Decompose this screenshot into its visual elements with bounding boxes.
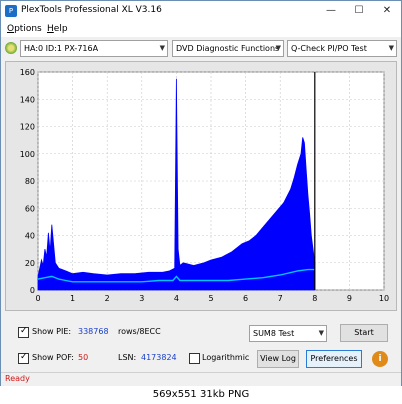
- x-tick-label: 5: [208, 294, 213, 303]
- y-tick-label: 120: [20, 123, 35, 132]
- y-tick-label: 100: [20, 150, 35, 159]
- pie-value: 338768: [78, 327, 109, 336]
- info-icon[interactable]: i: [372, 351, 388, 367]
- status-text: Ready: [5, 374, 30, 383]
- y-tick-label: 20: [25, 259, 35, 268]
- pof-value: 50: [78, 353, 89, 362]
- preferences-button[interactable]: Preferences: [306, 350, 362, 368]
- x-tick-label: 9: [347, 294, 352, 303]
- y-tick-label: 160: [20, 68, 35, 77]
- test-select[interactable]: Q-Check PI/PO Test ▼: [287, 40, 397, 57]
- y-tick-label: 40: [25, 232, 35, 241]
- close-button[interactable]: ✕: [373, 1, 401, 21]
- function-select[interactable]: DVD Diagnostic Functions ▼: [172, 40, 284, 57]
- menu-help-label: elp: [53, 24, 68, 34]
- chevron-down-icon: ▼: [275, 44, 281, 52]
- chart-panel: 0 20 40 60 80 100 120 140 160 0 1 2 3 4 5 6 7 8 9 10: [5, 61, 397, 311]
- drive-select[interactable]: HA:0 ID:1 PX-716A ▼: [20, 40, 168, 57]
- y-tick-label: 80: [25, 177, 35, 186]
- show-pie-checkbox[interactable]: [18, 326, 29, 338]
- pi-po-chart: 0 20 40 60 80 100 120 140 160 0 1 2 3 4 5 6 7 8 9 10: [20, 68, 389, 303]
- drive-select-value: HA:0 ID:1 PX-716A: [24, 44, 99, 53]
- start-button[interactable]: Start: [340, 324, 388, 342]
- chevron-down-icon: ▼: [318, 329, 324, 337]
- pie-unit: rows/8ECC: [118, 327, 161, 336]
- logarithmic-checkbox[interactable]: [189, 353, 200, 364]
- x-tick-label: 6: [243, 294, 248, 303]
- maximize-button[interactable]: ☐: [345, 1, 373, 21]
- menu-options-label: ptions: [14, 24, 42, 34]
- chevron-down-icon: ▼: [159, 44, 165, 52]
- x-tick-label: 3: [139, 294, 144, 303]
- x-tick-label: 10: [379, 294, 389, 303]
- app-window: P PlexTools Professional XL V3.16 — ☐ ✕ …: [0, 0, 402, 386]
- app-icon: P: [5, 5, 17, 17]
- x-tick-label: 7: [278, 294, 283, 303]
- chevron-down-icon: ▼: [388, 44, 394, 52]
- x-tick-label: 2: [105, 294, 110, 303]
- show-pof-label: Show POF:: [32, 353, 74, 362]
- x-tick-label: 4: [174, 294, 179, 303]
- menu-help-mnemonic: H: [47, 24, 54, 34]
- menu-bar: Options Help: [1, 21, 401, 37]
- lsn-value: 4173824: [141, 353, 177, 362]
- show-pie-label: Show PIE:: [32, 327, 72, 336]
- x-tick-label: 8: [312, 294, 317, 303]
- view-log-button[interactable]: View Log: [257, 350, 299, 368]
- menu-options[interactable]: Options: [7, 24, 42, 34]
- function-select-value: DVD Diagnostic Functions: [176, 44, 280, 53]
- test-select-value: Q-Check PI/PO Test: [291, 44, 367, 53]
- x-tick-label: 0: [35, 294, 40, 303]
- sum-test-select[interactable]: SUM8 Test ▼: [249, 325, 327, 342]
- drive-icon: [5, 42, 17, 54]
- window-title: PlexTools Professional XL V3.16: [21, 5, 162, 15]
- status-bar: Ready: [1, 372, 401, 386]
- controls-panel: Show PIE: 338768 rows/8ECC SUM8 Test ▼ S…: [1, 319, 401, 369]
- y-tick-label: 0: [30, 286, 35, 295]
- menu-help[interactable]: Help: [47, 24, 68, 34]
- lsn-label: LSN:: [118, 353, 137, 362]
- logarithmic-label: Logarithmic: [202, 353, 250, 362]
- y-tick-label: 140: [20, 95, 35, 104]
- x-tick-label: 1: [70, 294, 75, 303]
- show-pof-checkbox[interactable]: [18, 352, 29, 364]
- minimize-button[interactable]: —: [317, 1, 345, 21]
- title-bar: P PlexTools Professional XL V3.16 — ☐ ✕: [1, 1, 401, 21]
- sum-test-value: SUM8 Test: [253, 329, 295, 338]
- image-caption: 569x551 31kb PNG: [0, 386, 402, 404]
- y-tick-label: 60: [25, 204, 35, 213]
- toolbar: HA:0 ID:1 PX-716A ▼ DVD Diagnostic Funct…: [1, 38, 401, 60]
